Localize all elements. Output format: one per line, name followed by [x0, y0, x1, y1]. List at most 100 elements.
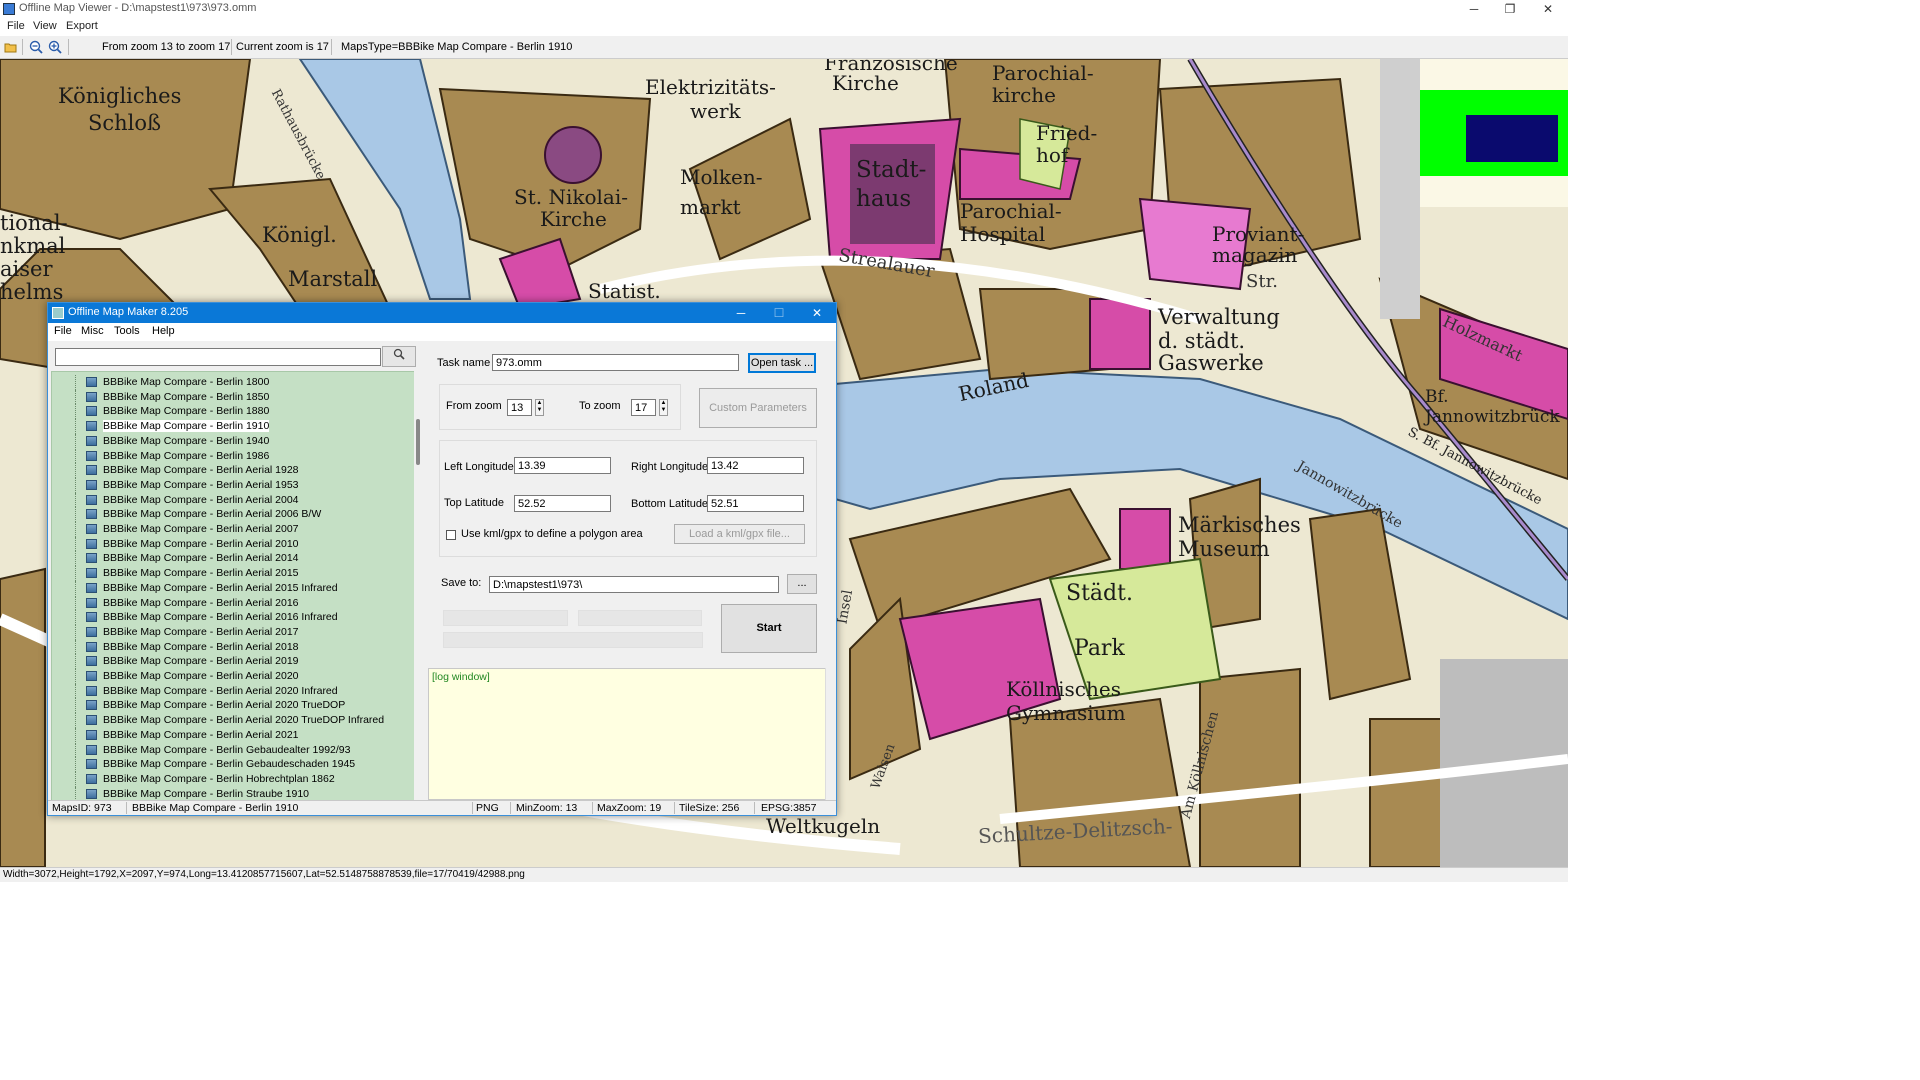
- tree-item[interactable]: BBBike Map Compare - Berlin 1800: [52, 375, 415, 390]
- map-type-tree[interactable]: BBBike Map Compare - Berlin 1800 BBBike M…: [51, 371, 416, 802]
- tree-item[interactable]: BBBike Map Compare - Berlin 1910: [52, 419, 415, 434]
- tree-item[interactable]: BBBike Map Compare - Berlin Aerial 2006 …: [52, 507, 415, 522]
- tree-guide-line: [75, 536, 77, 552]
- task-name-field[interactable]: 973.omm: [492, 354, 739, 371]
- tree-item-label: BBBike Map Compare - Berlin Aerial 1953: [103, 478, 299, 491]
- tree-item-label: BBBike Map Compare - Berlin Aerial 2016 …: [103, 611, 338, 624]
- tree-item[interactable]: BBBike Map Compare - Berlin Aerial 2016 …: [52, 610, 415, 625]
- tree-guide-line: [75, 610, 77, 625]
- map-label: Stadt-: [856, 157, 927, 183]
- to-zoom-field[interactable]: 17: [631, 399, 656, 416]
- browse-button[interactable]: ...: [787, 574, 817, 594]
- right-longitude-label: Right Longitude: [631, 461, 709, 473]
- window-titlebar: Offline Map Viewer - D:\mapstest1\973\97…: [0, 0, 1568, 18]
- start-button[interactable]: Start: [721, 604, 817, 653]
- tree-item-label: BBBike Map Compare - Berlin Straube 1910: [103, 787, 310, 800]
- main-toolbar: From zoom 13 to zoom 17 Current zoom is …: [0, 36, 1568, 59]
- tree-item[interactable]: BBBike Map Compare - Berlin Aerial 2015 …: [52, 580, 415, 596]
- minimize-button[interactable]: ─: [1456, 0, 1492, 18]
- dialog-menu-tools[interactable]: Tools: [114, 325, 140, 337]
- custom-parameters-button[interactable]: Custom Parameters: [699, 388, 817, 428]
- menu-file[interactable]: File: [7, 20, 25, 32]
- save-to-field[interactable]: D:\mapstest1\973\: [489, 576, 779, 593]
- search-button[interactable]: [382, 346, 416, 367]
- map-type-icon: [86, 612, 97, 623]
- tree-item-label: BBBike Map Compare - Berlin Aerial 2004: [103, 493, 299, 506]
- tree-item-label: BBBike Map Compare - Berlin Aerial 2018: [103, 640, 299, 653]
- map-type-icon: [86, 788, 97, 799]
- to-zoom-spinner[interactable]: ▲ ▼: [659, 399, 668, 416]
- tree-item-label: BBBike Map Compare - Berlin Aerial 2019: [103, 655, 299, 668]
- tree-guide-line: [75, 669, 77, 684]
- map-label: haus: [856, 186, 912, 212]
- map-label: Fried-: [1036, 121, 1098, 145]
- map-type-icon: [86, 700, 97, 711]
- tree-item[interactable]: BBBike Map Compare - Berlin 1940: [52, 433, 415, 449]
- tree-item-label: BBBike Map Compare - Berlin 1940: [103, 434, 270, 447]
- tree-item[interactable]: BBBike Map Compare - Berlin Aerial 2004: [52, 492, 415, 508]
- save-to-label: Save to:: [441, 577, 482, 589]
- tree-item[interactable]: BBBike Map Compare - Berlin Gebaudealter…: [52, 742, 415, 758]
- map-search-input[interactable]: [55, 348, 381, 366]
- map-type-icon: [86, 715, 97, 726]
- log-window[interactable]: [log window]: [428, 668, 827, 800]
- tree-item[interactable]: BBBike Map Compare - Berlin Aerial 2020 …: [52, 713, 415, 728]
- from-zoom-field[interactable]: 13: [507, 399, 532, 416]
- dialog-minimize-button[interactable]: ─: [722, 303, 760, 323]
- tree-item-label: BBBike Map Compare - Berlin 1850: [103, 390, 270, 403]
- top-latitude-field[interactable]: 52.52: [514, 495, 611, 512]
- log-scrollbar[interactable]: [825, 668, 835, 800]
- dialog-close-button[interactable]: ✕: [798, 303, 836, 323]
- tree-item[interactable]: BBBike Map Compare - Berlin Aerial 2007: [52, 522, 415, 537]
- tree-item[interactable]: BBBike Map Compare - Berlin Aerial 2020 …: [52, 698, 415, 714]
- map-type-icon: [86, 450, 97, 461]
- tree-item[interactable]: BBBike Map Compare - Berlin Aerial 2021: [52, 727, 415, 743]
- use-kml-checkbox[interactable]: [446, 530, 456, 540]
- dialog-maximize-button[interactable]: ☐: [760, 303, 798, 323]
- tree-scrollbar-thumb[interactable]: [416, 419, 420, 465]
- tree-item-label: BBBike Map Compare - Berlin Aerial 1928: [103, 464, 299, 477]
- restore-button[interactable]: ❐: [1492, 0, 1528, 18]
- right-longitude-field[interactable]: 13.42: [707, 457, 804, 474]
- tree-item[interactable]: BBBike Map Compare - Berlin 1880: [52, 404, 415, 420]
- load-kml-button[interactable]: Load a kml/gpx file...: [674, 524, 805, 544]
- tree-item[interactable]: BBBike Map Compare - Berlin Aerial 2020: [52, 669, 415, 684]
- tree-item[interactable]: BBBike Map Compare - Berlin Aerial 2016: [52, 595, 415, 611]
- tree-item[interactable]: BBBike Map Compare - Berlin Aerial 2020 …: [52, 683, 415, 699]
- tree-item[interactable]: BBBike Map Compare - Berlin Aerial 2014: [52, 551, 415, 567]
- window-title: Offline Map Viewer - D:\mapstest1\973\97…: [19, 2, 257, 14]
- zoom-out-icon[interactable]: [29, 40, 43, 54]
- tree-item[interactable]: BBBike Map Compare - Berlin Gebaudeschad…: [52, 757, 415, 772]
- open-task-button[interactable]: Open task ...: [748, 353, 816, 373]
- tree-item[interactable]: BBBike Map Compare - Berlin Aerial 2019: [52, 654, 415, 669]
- open-folder-icon[interactable]: [4, 40, 18, 54]
- map-label: Elektrizitäts-: [645, 75, 776, 99]
- dialog-menu-help[interactable]: Help: [152, 325, 175, 337]
- tree-item[interactable]: BBBike Map Compare - Berlin Aerial 1928: [52, 463, 415, 478]
- from-zoom-spinner[interactable]: ▲ ▼: [535, 399, 544, 416]
- tree-item[interactable]: BBBike Map Compare - Berlin 1850: [52, 389, 415, 405]
- map-type-icon: [86, 406, 97, 417]
- dialog-menu-misc[interactable]: Misc: [81, 325, 104, 337]
- toolbar-separator: [231, 39, 232, 55]
- tree-item[interactable]: BBBike Map Compare - Berlin Aerial 1953: [52, 477, 415, 493]
- map-type-icon: [86, 773, 97, 784]
- menu-view[interactable]: View: [33, 20, 57, 32]
- tree-item[interactable]: BBBike Map Compare - Berlin Hobrechtplan…: [52, 771, 415, 787]
- tree-item[interactable]: BBBike Map Compare - Berlin Aerial 2017: [52, 624, 415, 640]
- map-type-icon: [86, 582, 97, 593]
- menu-export[interactable]: Export: [66, 20, 98, 32]
- left-longitude-field[interactable]: 13.39: [514, 457, 611, 474]
- tree-item[interactable]: BBBike Map Compare - Berlin Aerial 2010: [52, 536, 415, 552]
- zoom-in-icon[interactable]: [48, 40, 62, 54]
- tree-item[interactable]: BBBike Map Compare - Berlin Aerial 2018: [52, 639, 415, 655]
- map-label: Molken-: [680, 165, 763, 189]
- close-button[interactable]: ✕: [1530, 0, 1566, 18]
- progress-bar: [578, 610, 702, 626]
- tree-guide-line: [75, 507, 77, 522]
- dialog-menu-file[interactable]: File: [54, 325, 72, 337]
- tree-item[interactable]: BBBike Map Compare - Berlin Aerial 2015: [52, 566, 415, 581]
- tree-item[interactable]: BBBike Map Compare - Berlin 1986: [52, 448, 415, 464]
- bottom-latitude-field[interactable]: 52.51: [707, 495, 804, 512]
- status-maps-id: MapsID: 973: [52, 802, 112, 814]
